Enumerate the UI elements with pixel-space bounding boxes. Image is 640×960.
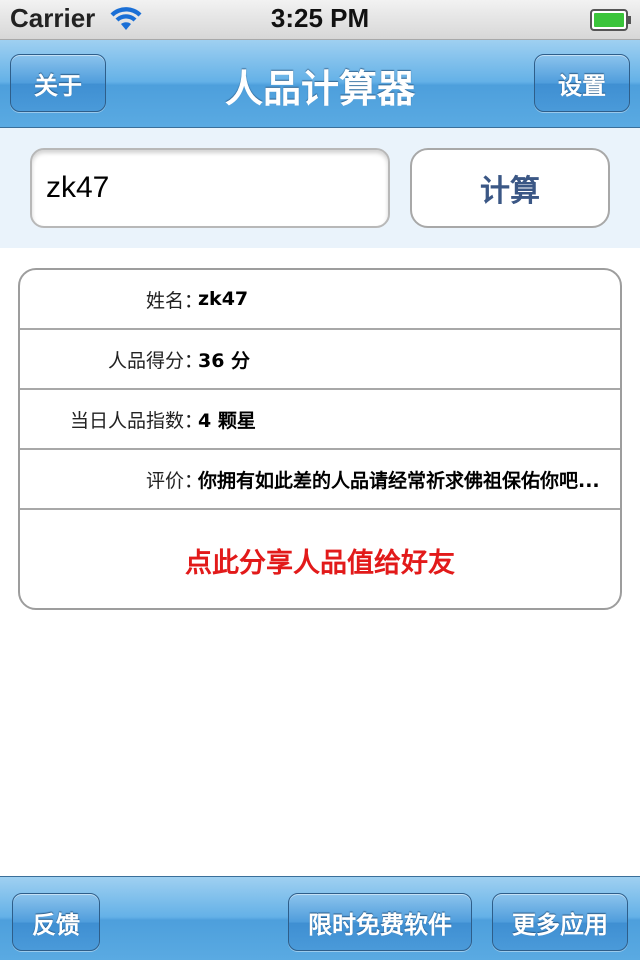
input-area: 计算 <box>0 128 640 248</box>
row-value: zk47 <box>198 288 249 310</box>
about-button[interactable]: 关于 <box>10 54 106 112</box>
status-bar: Carrier 3:25 PM <box>0 0 640 40</box>
row-label: 姓名 <box>145 289 184 312</box>
feedback-button[interactable]: 反馈 <box>12 893 100 951</box>
row-label: 评价 <box>145 469 184 492</box>
row-colon: ： <box>184 469 204 492</box>
more-apps-button[interactable]: 更多应用 <box>492 893 628 951</box>
wifi-icon <box>110 7 142 30</box>
free-software-button[interactable]: 限时免费软件 <box>288 893 472 951</box>
calculate-button[interactable]: 计算 <box>410 148 610 228</box>
row-label: 当日人品指数 <box>69 409 184 432</box>
status-time: 3:25 PM <box>270 3 370 33</box>
nav-bar: 关于 人品计算器 设置 <box>0 40 640 128</box>
result-group: 姓名 ： zk47 人品得分 ： 36 分 当日人品指数 ： 4 颗星 评价 ：… <box>18 268 622 610</box>
settings-button[interactable]: 设置 <box>534 54 630 112</box>
row-colon: ： <box>184 409 204 432</box>
row-value: 你拥有如此差的人品请经常祈求佛祖保佑你吧... <box>198 469 600 492</box>
result-row-name: 姓名 ： zk47 <box>20 270 620 330</box>
battery-full-icon <box>590 9 631 31</box>
bottom-toolbar: 反馈 限时免费软件 更多应用 <box>0 876 640 960</box>
result-row-index: 当日人品指数 ： 4 颗星 <box>20 390 620 450</box>
row-colon: ： <box>184 289 204 312</box>
share-button[interactable]: 点此分享人品值给好友 <box>20 510 620 608</box>
carrier-label: Carrier <box>10 3 96 33</box>
row-colon: ： <box>184 349 204 372</box>
name-input[interactable] <box>30 148 390 228</box>
row-value: 36 分 <box>198 349 251 372</box>
result-row-score: 人品得分 ： 36 分 <box>20 330 620 390</box>
row-value: 4 颗星 <box>198 409 256 432</box>
result-row-comment: 评价 ： 你拥有如此差的人品请经常祈求佛祖保佑你吧... <box>20 450 620 510</box>
row-label: 人品得分 <box>107 349 184 372</box>
